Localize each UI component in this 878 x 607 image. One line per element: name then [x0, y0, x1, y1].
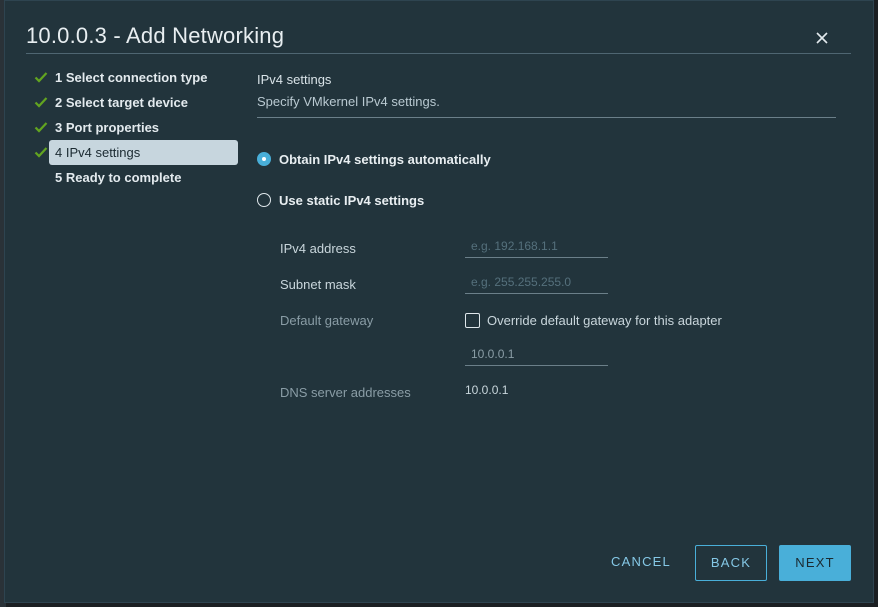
title-divider [26, 53, 851, 54]
section-divider [257, 117, 836, 118]
step-label: 4 IPv4 settings [49, 140, 238, 165]
next-button[interactable]: NEXT [779, 545, 851, 581]
dns-server-addresses-label: DNS server addresses [280, 385, 411, 400]
default-gateway-label: Default gateway [280, 313, 374, 328]
ipv4-address-label: IPv4 address [280, 241, 356, 256]
step-select-target-device[interactable]: 2 Select target device [33, 90, 243, 115]
step-label: 1 Select connection type [55, 70, 208, 85]
checkmark-icon [34, 97, 48, 108]
close-icon[interactable] [813, 29, 831, 47]
override-gateway-checkbox[interactable] [465, 313, 480, 328]
step-ready-to-complete[interactable]: 5 Ready to complete [33, 165, 243, 190]
step-label: 2 Select target device [55, 95, 188, 110]
ipv4-settings-panel: IPv4 settings Specify VMkernel IPv4 sett… [257, 67, 837, 400]
step-select-connection-type[interactable]: 1 Select connection type [33, 65, 243, 90]
section-subtitle: Specify VMkernel IPv4 settings. [257, 94, 440, 109]
section-title: IPv4 settings [257, 72, 332, 87]
step-ipv4-settings[interactable]: 4 IPv4 settings [33, 140, 243, 165]
checkmark-icon [34, 122, 48, 133]
ipv4-address-input[interactable] [465, 234, 608, 258]
step-label: 5 Ready to complete [55, 170, 182, 185]
dns-server-addresses-value: 10.0.0.1 [465, 383, 509, 397]
default-gateway-input[interactable] [465, 342, 608, 366]
override-gateway-label: Override default gateway for this adapte… [487, 313, 722, 328]
checkmark-icon [34, 72, 48, 83]
step-port-properties[interactable]: 3 Port properties [33, 115, 243, 140]
add-networking-dialog: 10.0.0.3 - Add Networking 1 Select conne… [4, 0, 874, 603]
obtain-automatically-label: Obtain IPv4 settings automatically [279, 152, 491, 167]
step-label: 3 Port properties [55, 120, 160, 135]
dialog-title: 10.0.0.3 - Add Networking [26, 23, 285, 48]
radio-unselected-icon[interactable] [257, 193, 271, 207]
checkmark-icon [34, 147, 48, 158]
back-button[interactable]: BACK [695, 545, 767, 581]
cancel-button[interactable]: CANCEL [603, 545, 679, 581]
use-static-label: Use static IPv4 settings [279, 193, 425, 208]
subnet-mask-input[interactable] [465, 270, 608, 294]
radio-selected-icon[interactable] [257, 152, 271, 166]
wizard-steps: 1 Select connection type 2 Select target… [33, 65, 243, 190]
subnet-mask-label: Subnet mask [280, 277, 356, 292]
